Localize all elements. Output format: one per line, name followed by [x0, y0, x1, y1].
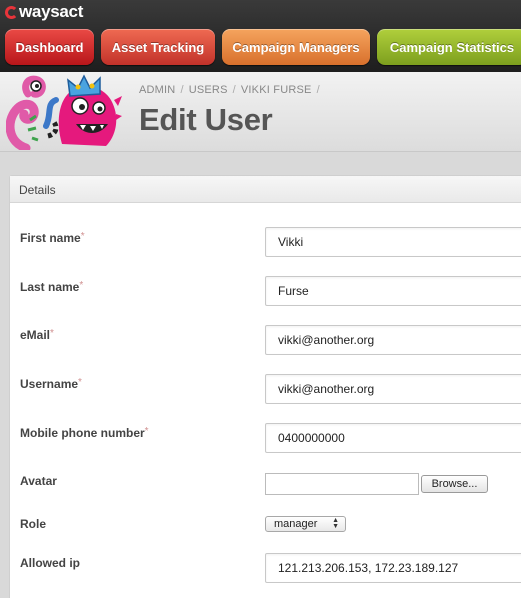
nav-dashboard-button[interactable]: Dashboard [5, 29, 94, 65]
email-input[interactable] [265, 325, 521, 355]
role-select[interactable]: manager ▲ ▼ [265, 516, 346, 532]
allowed-ip-input[interactable] [265, 553, 521, 583]
mobile-label-text: Mobile phone number [20, 426, 145, 440]
breadcrumb-admin-link[interactable]: ADMIN [139, 84, 175, 96]
app-logo[interactable]: waysact [5, 2, 83, 22]
required-marker: * [78, 377, 82, 388]
email-label: eMail* [20, 328, 54, 342]
required-marker: * [144, 426, 149, 437]
breadcrumb: ADMIN / USERS / VIKKI FURSE / [139, 84, 325, 96]
allowed-ip-label: Allowed ip [20, 556, 80, 570]
last-name-label: Last name* [20, 280, 83, 294]
logo-c-icon [5, 5, 18, 19]
username-label-text: Username [20, 377, 79, 391]
email-label-text: eMail [20, 328, 51, 342]
breadcrumb-separator: / [180, 84, 184, 96]
first-name-label: First name* [20, 231, 85, 245]
avatar-file-input[interactable] [265, 473, 419, 495]
select-arrows-icon: ▲ ▼ [332, 517, 339, 530]
top-navigation-bar: waysact Dashboard Asset Tracking Campaig… [0, 0, 521, 72]
username-label: Username* [20, 377, 82, 391]
nav-campaign-managers-button[interactable]: Campaign Managers [222, 29, 370, 65]
last-name-label-text: Last name [20, 280, 80, 294]
first-name-input[interactable] [265, 227, 521, 257]
page-title: Edit User [139, 102, 273, 137]
avatar-label: Avatar [20, 474, 57, 488]
mobile-label: Mobile phone number* [20, 426, 149, 440]
role-selected-value: manager [274, 518, 318, 530]
last-name-input[interactable] [265, 276, 521, 306]
mascot-monster-icon [6, 74, 122, 150]
required-marker: * [79, 280, 84, 291]
page-header: ADMIN / USERS / VIKKI FURSE / Edit User [0, 72, 521, 152]
required-marker: * [80, 231, 85, 242]
breadcrumb-separator: / [316, 84, 320, 96]
mobile-phone-input[interactable] [265, 423, 521, 453]
browse-button[interactable]: Browse... [421, 475, 488, 493]
breadcrumb-user-link[interactable]: VIKKI FURSE [241, 84, 312, 96]
nav-asset-tracking-button[interactable]: Asset Tracking [101, 29, 215, 65]
username-input[interactable] [265, 374, 521, 404]
panel-title: Details [10, 176, 521, 203]
nav-campaign-statistics-button[interactable]: Campaign Statistics [377, 29, 521, 65]
required-marker: * [50, 328, 54, 339]
role-label: Role [20, 517, 47, 531]
details-panel: Details First name* Last name* eMail* Us… [9, 175, 521, 598]
first-name-label-text: First name [20, 231, 81, 245]
breadcrumb-users-link[interactable]: USERS [189, 84, 228, 96]
logo-text: waysact [19, 2, 84, 21]
breadcrumb-separator: / [232, 84, 236, 96]
